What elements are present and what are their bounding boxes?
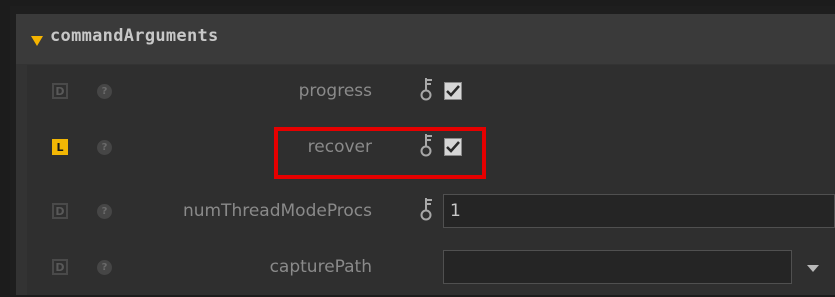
section-title: commandArguments [50,26,219,46]
attribute-row-progress: D ? progress [27,65,835,121]
collapse-triangle-icon[interactable] [31,36,43,46]
recover-highlight-box [274,127,486,179]
chevron-down-icon[interactable] [807,265,819,272]
attribute-label: numThreadModeProcs [182,201,372,221]
help-icon[interactable]: ? [97,260,112,275]
help-icon[interactable]: ? [97,84,112,99]
key-icon[interactable] [420,77,434,101]
locked-badge[interactable]: L [52,139,68,155]
section-header[interactable]: commandArguments [16,14,835,64]
section-body: D ? progress L ? recover D ? numThreadMo… [27,65,835,295]
checkmark-icon [446,85,460,97]
capturepath-input[interactable] [443,250,792,284]
help-icon[interactable]: ? [97,204,112,219]
default-badge[interactable]: D [52,259,68,275]
default-badge[interactable]: D [52,203,68,219]
attribute-label: progress [298,81,372,101]
attribute-row-capturepath: D ? capturePath [27,241,835,297]
attribute-label: capturePath [269,257,372,277]
key-icon[interactable] [420,197,434,221]
default-badge[interactable]: D [52,83,68,99]
help-icon[interactable]: ? [97,140,112,155]
numthreadmodeprocs-input[interactable]: 1 [443,194,835,228]
progress-checkbox[interactable] [444,82,462,100]
attribute-row-numthreadmodeprocs: D ? numThreadModeProcs 1 [27,185,835,241]
